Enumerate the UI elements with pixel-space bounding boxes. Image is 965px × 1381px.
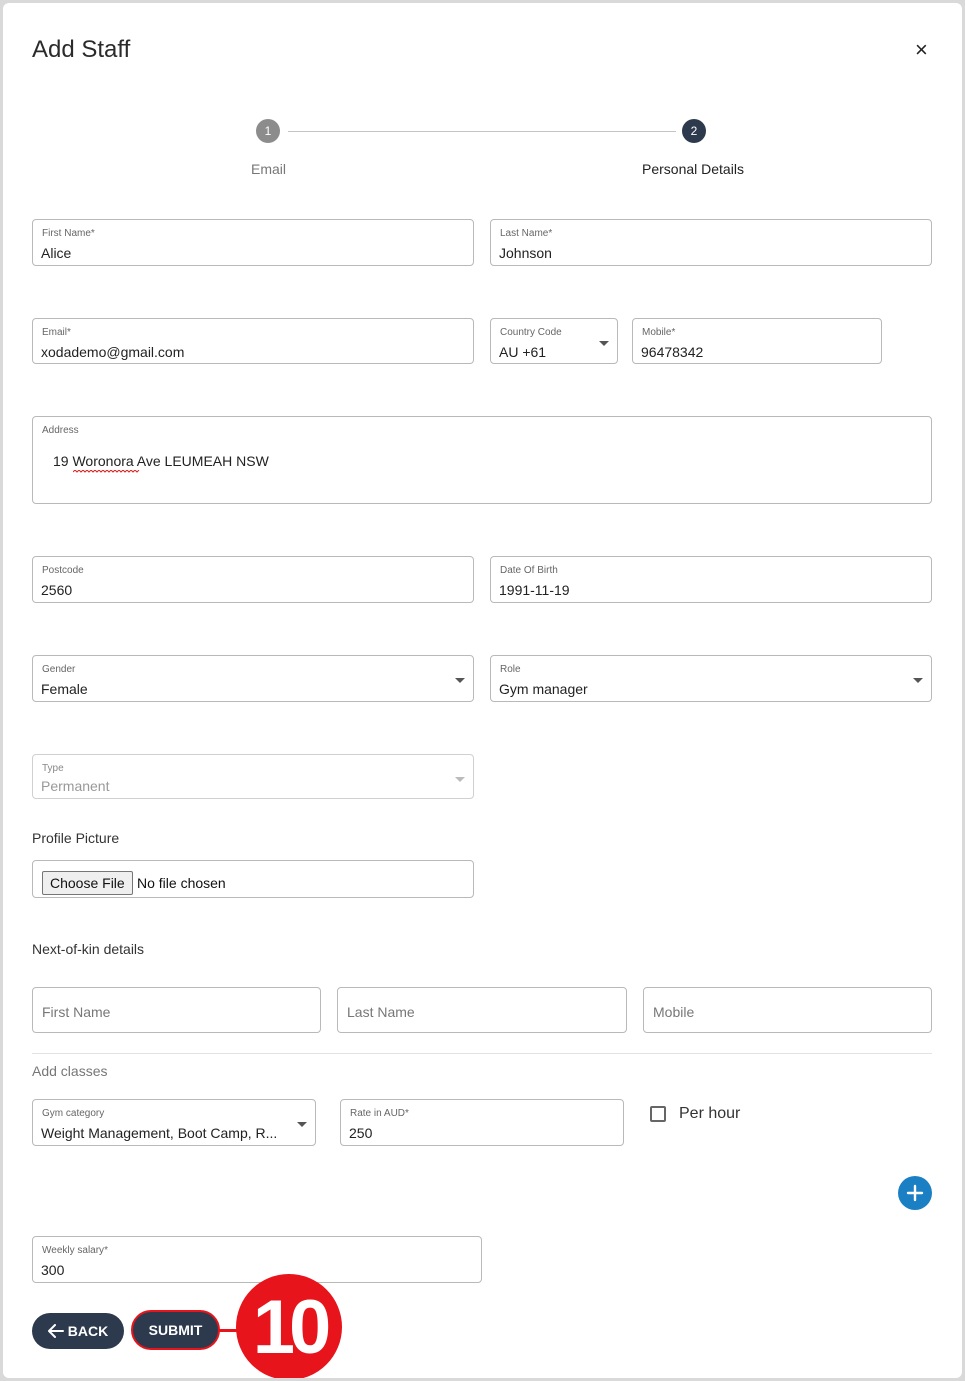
gender-select[interactable]: Gender Female: [32, 655, 474, 702]
required-mark: *: [67, 327, 71, 338]
email-field[interactable]: Email* xodademo@gmail.com: [32, 318, 474, 364]
step-2-circle: 2: [682, 119, 706, 143]
required-mark: *: [104, 1245, 108, 1256]
last-name-label: Last Name: [500, 228, 549, 239]
postcode-label: Postcode: [42, 565, 84, 576]
rate-field[interactable]: Rate in AUD* 250: [340, 1099, 624, 1146]
per-hour-checkbox[interactable]: [650, 1106, 666, 1122]
kin-last-name-input[interactable]: Last Name: [337, 987, 627, 1033]
step-1-label: Email: [251, 161, 287, 177]
kin-mobile-placeholder: Mobile: [653, 1004, 695, 1020]
dob-label: Date Of Birth: [500, 565, 558, 576]
country-code-select[interactable]: Country Code AU +61: [490, 318, 618, 364]
back-button[interactable]: BACK: [32, 1313, 124, 1349]
choose-file-button[interactable]: Choose File: [42, 871, 133, 895]
required-mark: *: [671, 327, 676, 338]
rate-label: Rate in AUD: [350, 1108, 406, 1119]
first-name-value: Alice: [41, 245, 72, 261]
chevron-down-icon: [455, 777, 465, 782]
dob-value: 1991-11-19: [499, 582, 570, 598]
mobile-label: Mobile: [642, 327, 672, 338]
address-label: Address: [42, 425, 79, 436]
submit-label: SUBMIT: [148, 1322, 203, 1338]
step-2-label: Personal Details: [642, 161, 744, 177]
add-staff-dialog: Add Staff × 1 2 Email Personal Details F…: [3, 3, 962, 1378]
date-of-birth-field[interactable]: Date Of Birth 1991-11-19: [490, 556, 932, 603]
chevron-down-icon: [455, 678, 465, 683]
chevron-down-icon: [913, 678, 923, 683]
role-value: Gym manager: [499, 681, 588, 697]
email-label: Email: [42, 327, 68, 338]
back-label: BACK: [67, 1323, 109, 1339]
type-select: Type Permanent: [32, 754, 474, 799]
spellcheck-underline: [73, 470, 140, 473]
dialog-title: Add Staff: [32, 36, 131, 63]
email-value: xodademo@gmail.com: [41, 344, 185, 360]
profile-picture-input: Choose File No file chosen: [32, 860, 474, 898]
kin-first-name-input[interactable]: First Name: [32, 987, 321, 1033]
gender-label: Gender: [42, 664, 76, 675]
arrow-left-icon: [47, 1324, 64, 1338]
type-value: Permanent: [41, 778, 110, 794]
gym-category-label: Gym category: [42, 1108, 105, 1119]
postcode-field[interactable]: Postcode 2560: [32, 556, 474, 603]
stepper-connector: [288, 131, 676, 132]
profile-picture-title: Profile Picture: [32, 830, 120, 846]
last-name-field[interactable]: Last Name* Johnson: [490, 219, 932, 266]
weekly-salary-label: Weekly salary: [42, 1245, 105, 1256]
postcode-value: 2560: [41, 582, 73, 598]
kin-last-name-placeholder: Last Name: [347, 1004, 415, 1020]
step-1-circle: 1: [256, 119, 280, 143]
kin-mobile-input[interactable]: Mobile: [643, 987, 932, 1033]
gender-value: Female: [41, 681, 88, 697]
weekly-salary-field[interactable]: Weekly salary* 300: [32, 1236, 482, 1283]
next-of-kin-title: Next-of-kin details: [32, 941, 145, 957]
plus-icon: [906, 1184, 924, 1202]
submit-button[interactable]: SUBMIT: [131, 1310, 220, 1350]
role-select[interactable]: Role Gym manager: [490, 655, 932, 702]
chevron-down-icon: [599, 341, 609, 346]
required-mark: *: [90, 228, 95, 239]
mobile-field[interactable]: Mobile* 96478342: [632, 318, 882, 364]
required-mark: *: [405, 1108, 409, 1119]
type-label: Type: [42, 763, 64, 774]
divider: [32, 1053, 932, 1054]
kin-first-name-placeholder: First Name: [42, 1004, 111, 1020]
address-value: 19 Woronora Ave LEUMEAH NSW: [53, 453, 269, 469]
country-code-value: AU +61: [499, 344, 547, 360]
rate-value: 250: [349, 1125, 373, 1141]
file-status: No file chosen: [137, 875, 226, 891]
annotation-step-marker: 10: [236, 1274, 342, 1378]
per-hour-label: Per hour: [679, 1105, 741, 1122]
close-icon[interactable]: ×: [915, 39, 928, 61]
country-code-label: Country Code: [500, 327, 562, 338]
mobile-value: 96478342: [641, 344, 704, 360]
role-label: Role: [500, 664, 521, 675]
first-name-field[interactable]: First Name* Alice: [32, 219, 474, 266]
last-name-value: Johnson: [499, 245, 552, 261]
add-class-button[interactable]: [898, 1176, 932, 1210]
gym-category-select[interactable]: Gym category Weight Management, Boot Cam…: [32, 1099, 316, 1146]
address-field[interactable]: Address 19 Woronora Ave LEUMEAH NSW: [32, 416, 932, 504]
gym-category-value: Weight Management, Boot Camp, R...: [41, 1125, 278, 1141]
weekly-salary-value: 300: [41, 1262, 65, 1278]
chevron-down-icon: [297, 1122, 307, 1127]
add-classes-title: Add classes: [32, 1063, 108, 1079]
first-name-label: First Name: [42, 228, 91, 239]
required-mark: *: [548, 228, 553, 239]
